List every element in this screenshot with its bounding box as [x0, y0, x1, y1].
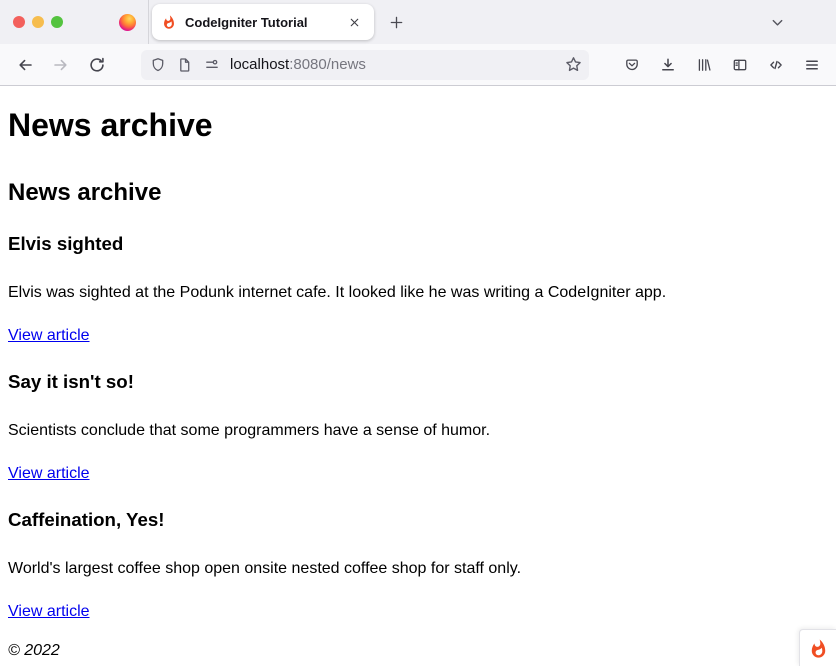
view-article-link[interactable]: View article	[8, 465, 90, 482]
codeigniter-flame-icon	[809, 639, 828, 658]
reload-button[interactable]	[81, 49, 113, 81]
news-item: Elvis sighted Elvis was sighted at the P…	[8, 233, 828, 345]
back-button[interactable]	[9, 49, 41, 81]
debugbar-toggle-button[interactable]	[799, 629, 836, 666]
list-all-tabs-chevron-icon[interactable]	[763, 8, 791, 36]
browser-window: CodeIgniter Tutorial	[0, 0, 836, 666]
toolbar-right-icons	[616, 49, 828, 81]
news-item-body: World's largest coffee shop open onsite …	[8, 559, 828, 578]
forward-button[interactable]	[45, 49, 77, 81]
news-item-title: Caffeination, Yes!	[8, 509, 828, 531]
tab-bar: CodeIgniter Tutorial	[0, 0, 836, 44]
url-host: localhost	[230, 56, 289, 73]
news-item: Say it isn't so! Scientists conclude tha…	[8, 371, 828, 483]
page-content: News archive News archive Elvis sighted …	[0, 86, 836, 666]
tabstrip-divider	[148, 0, 149, 44]
address-bar[interactable]: localhost:8080/news	[141, 50, 589, 80]
minimize-window-button[interactable]	[32, 16, 44, 28]
tab-title: CodeIgniter Tutorial	[185, 15, 344, 30]
close-window-button[interactable]	[13, 16, 25, 28]
view-article-link[interactable]: View article	[8, 327, 90, 344]
url-path: :8080/news	[289, 56, 366, 73]
tab-close-icon[interactable]	[344, 12, 364, 32]
page-subtitle: News archive	[8, 179, 828, 207]
menu-hamburger-icon[interactable]	[796, 49, 828, 81]
news-item-body: Elvis was sighted at the Podunk internet…	[8, 283, 828, 302]
library-icon[interactable]	[688, 49, 720, 81]
zoom-window-button[interactable]	[51, 16, 63, 28]
site-permissions-icon[interactable]	[204, 57, 220, 73]
page-title: News archive	[8, 107, 828, 144]
pocket-icon[interactable]	[616, 49, 648, 81]
tracking-protection-shield-icon[interactable]	[150, 57, 166, 73]
bookmark-star-icon[interactable]	[561, 53, 585, 77]
view-article-link[interactable]: View article	[8, 603, 90, 620]
news-item-title: Elvis sighted	[8, 233, 828, 255]
tab-codeigniter-tutorial[interactable]: CodeIgniter Tutorial	[152, 4, 374, 40]
new-tab-button[interactable]	[382, 8, 410, 36]
page-info-icon[interactable]	[177, 57, 193, 73]
codeigniter-flame-favicon-icon	[162, 15, 176, 29]
firefox-logo-icon	[119, 14, 136, 31]
window-controls	[0, 16, 63, 28]
url-text[interactable]: localhost:8080/news	[230, 56, 555, 73]
copyright-text: © 2022	[8, 641, 828, 660]
news-item-body: Scientists conclude that some programmer…	[8, 421, 828, 440]
news-item: Caffeination, Yes! World's largest coffe…	[8, 509, 828, 621]
downloads-icon[interactable]	[652, 49, 684, 81]
sidebar-icon[interactable]	[724, 49, 756, 81]
news-item-title: Say it isn't so!	[8, 371, 828, 393]
navigation-toolbar: localhost:8080/news	[0, 44, 836, 86]
devtools-code-icon[interactable]	[760, 49, 792, 81]
